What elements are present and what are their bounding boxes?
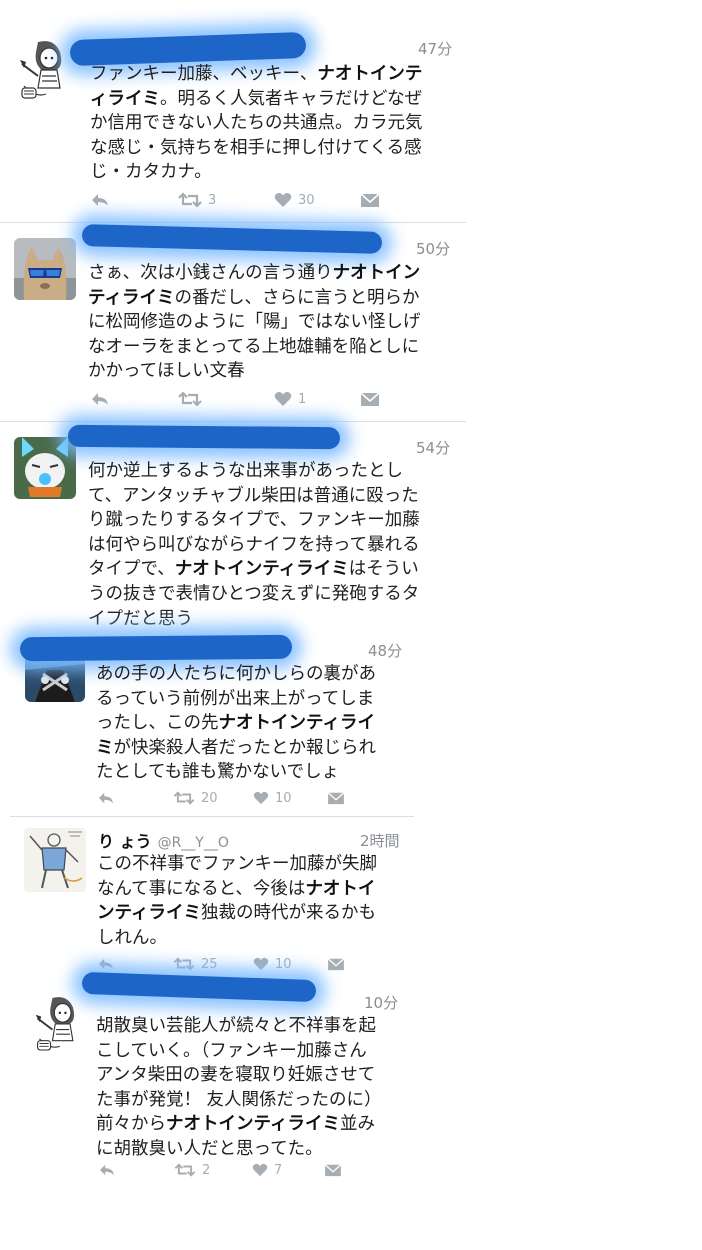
tweet-actions: 2 7 xyxy=(98,1160,358,1180)
tweet-time: 2時間 xyxy=(360,832,400,850)
tweet-actions: 3 30 xyxy=(90,190,390,210)
retweet-icon xyxy=(178,192,202,208)
reply-button[interactable] xyxy=(97,788,115,808)
mail-icon xyxy=(327,958,345,971)
yokai-cat-icon xyxy=(14,437,76,499)
display-name: り ょう xyxy=(98,832,152,851)
tweet-actions: 25 10 xyxy=(97,954,357,974)
tweet-time: 47分 xyxy=(418,40,453,58)
retweet-count: 25 xyxy=(201,956,218,972)
redacted-name xyxy=(81,224,383,254)
avatar[interactable] xyxy=(16,36,72,104)
highlighted-keyword: ミ xyxy=(96,737,114,758)
avatar[interactable] xyxy=(14,238,76,300)
mail-icon xyxy=(327,792,345,805)
like-button[interactable]: 7 xyxy=(252,1160,282,1180)
dm-button[interactable] xyxy=(324,1160,342,1180)
dm-button[interactable] xyxy=(360,389,380,409)
like-button[interactable]: 10 xyxy=(253,954,292,974)
retweet-count: 20 xyxy=(201,790,218,806)
mail-icon xyxy=(324,1164,342,1177)
reply-icon xyxy=(99,958,113,970)
avatar[interactable] xyxy=(14,437,76,499)
retweet-button[interactable]: 25 xyxy=(173,954,218,974)
mail-icon xyxy=(360,392,380,406)
redacted-name xyxy=(19,634,293,662)
heart-icon xyxy=(274,193,292,207)
reply-icon xyxy=(100,1164,114,1176)
dm-button[interactable] xyxy=(327,788,345,808)
highlighted-keyword: ナオトイ xyxy=(305,878,376,899)
retweet-button[interactable]: 3 xyxy=(178,190,216,210)
tweet-time: 48分 xyxy=(368,642,403,660)
reply-icon xyxy=(92,393,108,405)
redacted-name xyxy=(81,971,317,1003)
tweet-actions: 1 xyxy=(90,389,390,409)
manga-girl-icon xyxy=(32,992,84,1056)
divider xyxy=(0,222,466,223)
retweet-count: 2 xyxy=(202,1162,211,1178)
like-button[interactable]: 10 xyxy=(253,788,292,808)
reply-button[interactable] xyxy=(98,1160,116,1180)
highlighted-keyword: ナオトインティライミ xyxy=(174,559,349,580)
tweet-text: 胡散臭い芸能人が続々と不祥事を起 こしていく。（ファンキー加藤さん アンタ柴田の妻を… xyxy=(96,1016,382,1159)
tweet-time: 10分 xyxy=(364,994,399,1012)
reply-button[interactable] xyxy=(90,190,110,210)
like-count: 10 xyxy=(275,790,292,806)
like-count: 10 xyxy=(275,956,292,972)
heart-icon xyxy=(253,791,269,805)
divider xyxy=(0,421,466,422)
dm-button[interactable] xyxy=(327,954,345,974)
highlighted-keyword: ティライミ xyxy=(88,287,175,308)
tweet-text: 何か逆上するような出来事があったとし て、アンタッチャブル柴田は普通に殴った り蹴っ… xyxy=(88,461,420,629)
divider xyxy=(10,816,414,817)
tweet-text: この不祥事でファンキー加藤が失脚 なんて事になると、今後はナオトイ ンティライミ独裁… xyxy=(97,854,377,948)
dm-button[interactable] xyxy=(360,190,380,210)
retweet-count: 3 xyxy=(208,192,217,208)
highlighted-keyword: ナオトインテ xyxy=(317,64,423,84)
reply-button[interactable] xyxy=(90,389,110,409)
manga-girl-icon xyxy=(16,36,72,104)
highlighted-keyword: ンティライミ xyxy=(97,903,201,924)
tweet-actions: 20 10 xyxy=(97,788,357,808)
screen-name: @R__Y__O xyxy=(157,835,229,851)
retweet-button[interactable] xyxy=(178,389,208,409)
redacted-name xyxy=(67,424,341,450)
like-count: 30 xyxy=(298,192,315,208)
heart-icon xyxy=(253,957,269,971)
tweet-time: 54分 xyxy=(416,439,451,457)
highlighted-keyword: ナオトイン xyxy=(332,263,421,283)
redacted-name xyxy=(69,31,307,67)
retweet-icon xyxy=(174,1163,196,1177)
heart-icon xyxy=(252,1163,268,1177)
reply-icon xyxy=(99,792,113,804)
retweet-button[interactable]: 2 xyxy=(174,1160,210,1180)
tweet-text: さぁ、次は小銭さんの言う通りナオトイン ティライミの番だし、さらに言うと明らか に松… xyxy=(88,263,421,382)
tweet-text: あの手の人たちに何かしらの裏があ るっていう前例が出来上がってしま ったし、この先ナ… xyxy=(96,664,376,783)
tweet-text: ファンキー加藤、ベッキー、ナオトインテ ィライミ。明るく人気者キャラだけどなぜ か信… xyxy=(90,64,423,183)
like-count: 7 xyxy=(274,1162,283,1178)
sketch-man-icon xyxy=(24,828,86,892)
highlighted-keyword: ナオトインティライミ xyxy=(166,1114,340,1135)
retweet-icon xyxy=(173,791,195,805)
like-count: 1 xyxy=(298,391,307,407)
reply-icon xyxy=(92,194,108,206)
retweet-icon xyxy=(178,391,202,407)
like-button[interactable]: 1 xyxy=(274,389,306,409)
highlighted-keyword: ィライミ xyxy=(90,88,160,109)
avatar[interactable] xyxy=(32,992,84,1056)
reply-button[interactable] xyxy=(97,954,115,974)
retweet-button[interactable]: 20 xyxy=(173,788,218,808)
like-button[interactable]: 30 xyxy=(274,190,315,210)
retweet-icon xyxy=(173,957,195,971)
highlighted-keyword: ナオトインティライ xyxy=(218,713,375,734)
tweet-time: 50分 xyxy=(416,240,451,258)
avatar[interactable] xyxy=(24,828,86,892)
tweet-author[interactable]: り ょう @R__Y__O xyxy=(98,828,229,852)
mail-icon xyxy=(360,193,380,207)
heart-icon xyxy=(274,392,292,406)
cat-sunglasses-icon xyxy=(14,238,76,300)
